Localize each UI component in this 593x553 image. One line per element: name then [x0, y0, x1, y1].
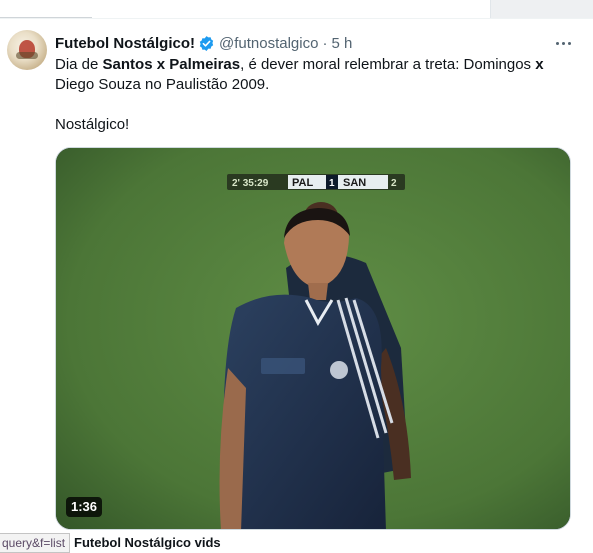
top-bar — [0, 0, 593, 18]
more-options-icon[interactable] — [552, 33, 574, 53]
video-player[interactable]: 2' 35:29 PAL 1 SAN 2 1:36 — [55, 147, 571, 530]
media-caption[interactable]: Futebol Nostálgico vids — [74, 535, 221, 551]
top-tab[interactable] — [0, 0, 92, 18]
scoreboard-away-score: 2 — [391, 178, 397, 189]
tweet-text: Dia de Santos x Palmeiras, é dever moral… — [55, 55, 575, 135]
tweet-header: Futebol Nostálgico! @futnostalgico · 5 h — [55, 33, 352, 53]
tweet-text-line-3: Nostálgico! — [55, 116, 130, 133]
jersey-crest — [330, 361, 348, 379]
front-player-jersey — [221, 294, 386, 529]
front-player-neck — [308, 283, 328, 300]
jersey-sponsor — [261, 358, 305, 374]
avatar[interactable] — [7, 30, 47, 70]
status-url-tooltip: query&f=list — [0, 533, 71, 553]
verified-badge-icon — [199, 35, 214, 51]
video-duration-badge: 1:36 — [66, 497, 103, 517]
text-bold-segment: Santos x Palmeiras — [102, 56, 241, 73]
tweet-text-line-2: Diego Souza no Paulistão 2009. — [55, 76, 270, 93]
tweet-page: Futebol Nostálgico! @futnostalgico · 5 h… — [0, 0, 593, 553]
avatar-logo-base — [16, 52, 38, 59]
scoreboard-away: SAN — [343, 177, 366, 189]
author-handle[interactable]: @futnostalgico — [219, 35, 318, 52]
text-segment: Dia de — [55, 56, 103, 73]
video-frame: 2' 35:29 PAL 1 SAN 2 — [56, 148, 570, 529]
author-name[interactable]: Futebol Nostálgico! — [55, 35, 195, 52]
top-side-panel — [490, 0, 593, 18]
meta-separator: · — [322, 34, 328, 52]
scoreboard-clock: 2' 35:29 — [232, 178, 269, 189]
divider — [0, 18, 593, 19]
text-bold-segment: x — [535, 56, 544, 73]
tweet-time[interactable]: 5 h — [331, 35, 352, 52]
tweet-text-line-1: Dia de Santos x Palmeiras, é dever moral… — [55, 55, 575, 75]
scoreboard-home-score: 1 — [329, 178, 335, 189]
scoreboard-home: PAL — [292, 177, 313, 189]
text-segment: , é dever moral relembrar a treta: Domin… — [240, 56, 536, 73]
